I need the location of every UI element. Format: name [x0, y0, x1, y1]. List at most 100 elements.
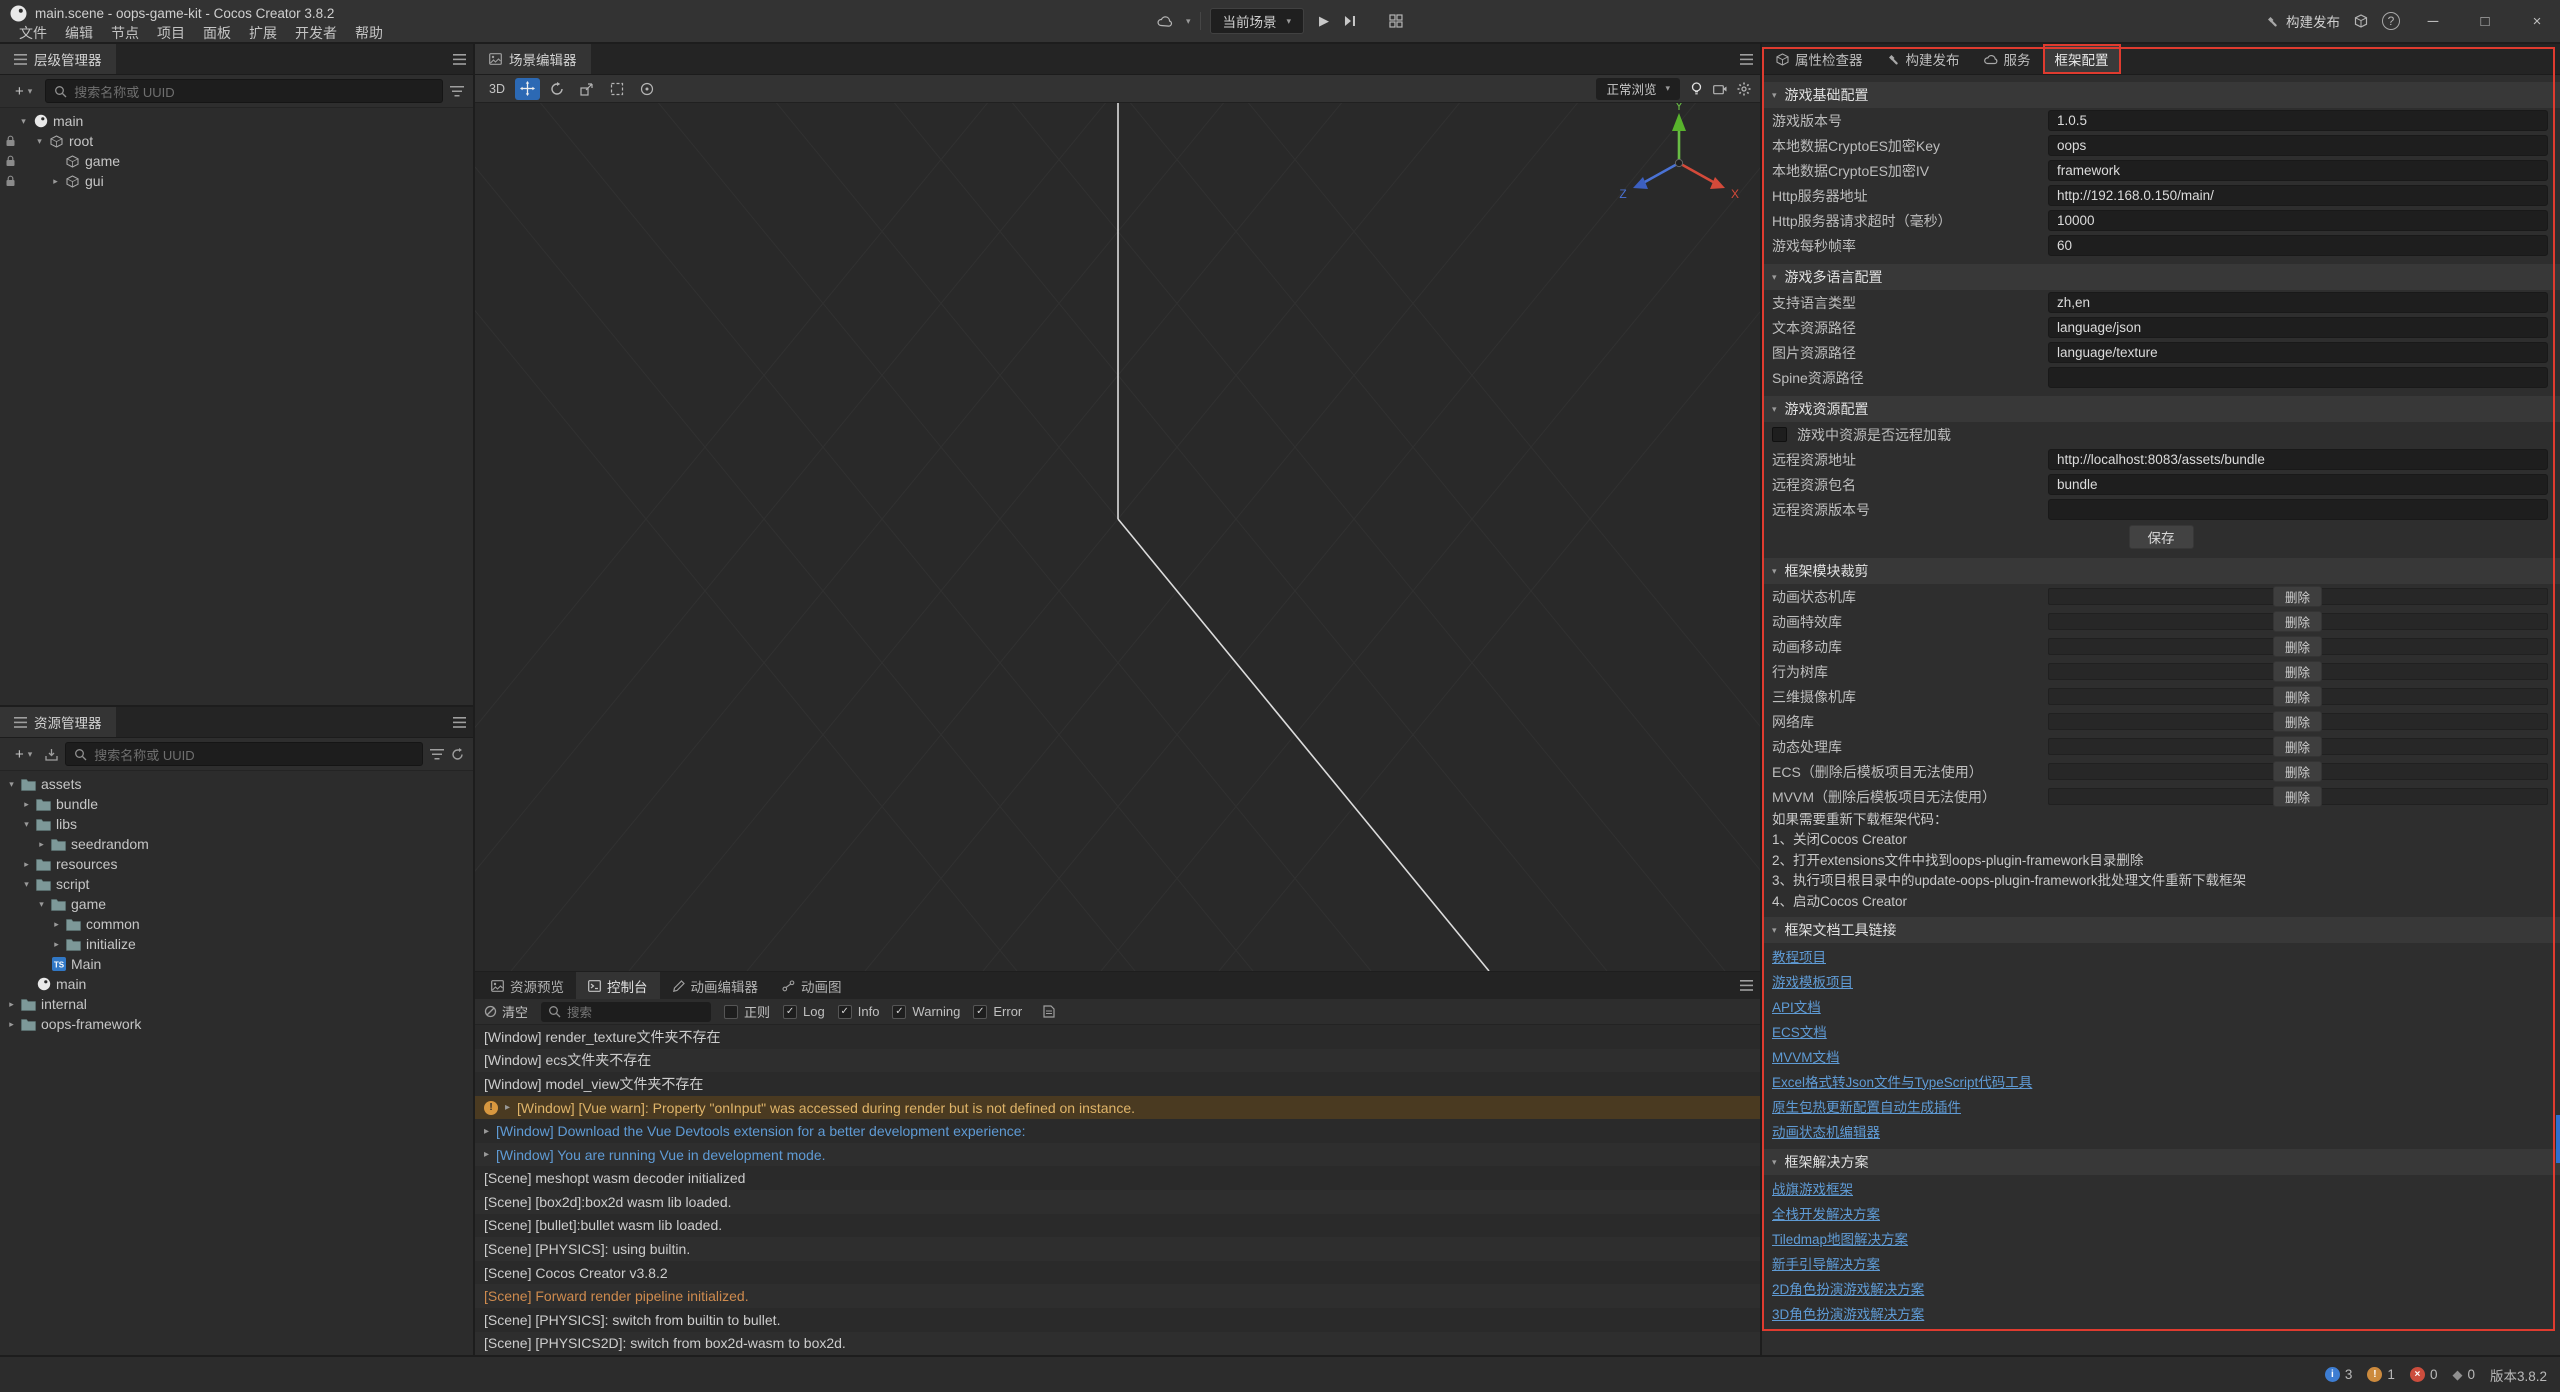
info-checkbox[interactable]: ✓	[838, 1005, 852, 1019]
bottom-tab[interactable]: 控制台	[576, 972, 660, 999]
assets-more-icon[interactable]	[445, 707, 473, 737]
layout-grid-button[interactable]	[1389, 14, 1403, 28]
assets-filter-icon[interactable]	[430, 749, 444, 760]
inspector-tab[interactable]: 服务	[1972, 44, 2043, 74]
doc-link[interactable]: 全栈开发解决方案	[1772, 1203, 1880, 1223]
expand-arrow-icon[interactable]: ▸	[19, 859, 34, 870]
tree-row[interactable]: ▸initialize	[0, 934, 473, 954]
minimize-button[interactable]: ─	[2414, 0, 2452, 42]
regex-checkbox[interactable]	[724, 1005, 738, 1019]
delete-button[interactable]: 删除	[2273, 636, 2322, 657]
menu-item[interactable]: 项目	[148, 23, 194, 43]
inspector-tab[interactable]: 属性检查器	[1764, 44, 1875, 74]
hierarchy-filter-icon[interactable]	[450, 86, 464, 97]
help-icon[interactable]: ?	[2382, 12, 2400, 30]
console-clear-button[interactable]: 清空	[484, 1002, 528, 1021]
doc-link[interactable]: 3D角色扮演游戏解决方案	[1772, 1303, 1924, 1323]
console-log-row[interactable]: [Scene] [bullet]:bullet wasm lib loaded.	[475, 1214, 1760, 1238]
property-input[interactable]	[2048, 499, 2548, 520]
tab-hierarchy[interactable]: 层级管理器	[0, 44, 116, 74]
delete-button[interactable]: 删除	[2273, 586, 2322, 607]
bottom-tab[interactable]: 动画图	[770, 972, 854, 999]
doc-link[interactable]: API文档	[1772, 996, 1821, 1016]
move-tool-button[interactable]	[515, 78, 540, 100]
status-badge[interactable]: ◆0	[2452, 1367, 2475, 1383]
close-button[interactable]: ×	[2518, 0, 2556, 42]
doc-link[interactable]: MVVM文档	[1772, 1046, 1840, 1066]
expand-arrow-icon[interactable]: ▸	[48, 176, 63, 187]
console-log-row[interactable]: [Scene] [PHYSICS]: using builtin.	[475, 1237, 1760, 1261]
refresh-icon[interactable]	[451, 748, 464, 761]
tree-row[interactable]: main	[0, 974, 473, 994]
section-header[interactable]: ▾框架解决方案	[1762, 1149, 2560, 1175]
tree-row[interactable]: ▾root	[0, 131, 473, 151]
info-filter[interactable]: ✓Info	[838, 1004, 880, 1019]
doc-link[interactable]: 原生包热更新配置自动生成插件	[1772, 1096, 1961, 1116]
menu-item[interactable]: 开发者	[286, 23, 346, 43]
bottom-tab[interactable]: 资源预览	[479, 972, 576, 999]
camera-view-icon[interactable]	[1713, 83, 1727, 95]
log-expand-icon[interactable]: ▸	[505, 1102, 510, 1113]
tree-row[interactable]: ▾main	[0, 111, 473, 131]
expand-arrow-icon[interactable]: ▾	[32, 136, 47, 147]
log-checkbox[interactable]: ✓	[783, 1005, 797, 1019]
log-filter[interactable]: ✓Log	[783, 1004, 825, 1019]
doc-link[interactable]: ECS文档	[1772, 1021, 1827, 1041]
assets-search-input[interactable]: 搜索名称或 UUID	[65, 742, 423, 766]
expand-arrow-icon[interactable]: ▾	[16, 116, 31, 127]
tree-row[interactable]: TSMain	[0, 954, 473, 974]
tree-row[interactable]: ▸seedrandom	[0, 834, 473, 854]
status-badge[interactable]: i3	[2325, 1367, 2353, 1382]
build-publish-button[interactable]: 构建发布	[2266, 11, 2340, 31]
mode-3d-button[interactable]: 3D	[484, 78, 510, 100]
save-button[interactable]: 保存	[2129, 525, 2194, 549]
property-input[interactable]: framework	[2048, 160, 2548, 181]
expand-arrow-icon[interactable]: ▾	[34, 899, 49, 910]
preview-target-icon[interactable]	[1157, 15, 1173, 27]
maximize-button[interactable]: □	[2466, 0, 2504, 42]
console-log-row[interactable]: [Window] render_texture文件夹不存在	[475, 1025, 1760, 1049]
delete-button[interactable]: 删除	[2273, 686, 2322, 707]
doc-link[interactable]: 战旗游戏框架	[1772, 1178, 1853, 1198]
tree-row[interactable]: ▸resources	[0, 854, 473, 874]
menu-item[interactable]: 节点	[102, 23, 148, 43]
property-input[interactable]: zh,en	[2048, 292, 2548, 313]
menu-item[interactable]: 帮助	[346, 23, 392, 43]
menu-item[interactable]: 面板	[194, 23, 240, 43]
section-header[interactable]: ▾框架模块裁剪	[1762, 558, 2560, 584]
scale-tool-button[interactable]	[575, 78, 600, 100]
inspector-scrollbar-thumb[interactable]	[2556, 1115, 2560, 1163]
import-asset-icon[interactable]	[45, 748, 58, 761]
hierarchy-search-input[interactable]: 搜索名称或 UUID	[45, 79, 443, 103]
console-log-row[interactable]: [Scene] meshopt wasm decoder initialized	[475, 1166, 1760, 1190]
property-input[interactable]	[2048, 367, 2548, 388]
axis-gizmo[interactable]: Y X Z	[1604, 103, 1754, 239]
console-search-input[interactable]: 搜索	[541, 1002, 711, 1022]
tab-scene-editor[interactable]: 场景编辑器	[475, 44, 591, 74]
tree-row[interactable]: ▸gui	[0, 171, 473, 191]
delete-button[interactable]: 删除	[2273, 736, 2322, 757]
tree-row[interactable]: game	[0, 151, 473, 171]
expand-arrow-icon[interactable]: ▸	[4, 999, 19, 1010]
console-log-row[interactable]: ▸[Window] Download the Vue Devtools exte…	[475, 1119, 1760, 1143]
tree-row[interactable]: ▸bundle	[0, 794, 473, 814]
scene-more-icon[interactable]	[1732, 44, 1760, 74]
preview-target-caret-icon[interactable]: ▾	[1186, 16, 1191, 27]
create-asset-button[interactable]: + ▾	[9, 743, 38, 766]
log-expand-icon[interactable]: ▸	[484, 1149, 489, 1160]
status-badge[interactable]: ×0	[2410, 1367, 2438, 1382]
property-input[interactable]: oops	[2048, 135, 2548, 156]
console-log-row[interactable]: [Scene] [PHYSICS2D]: switch from box2d-w…	[475, 1332, 1760, 1356]
bottom-more-icon[interactable]	[1732, 972, 1760, 999]
rect-tool-button[interactable]	[605, 78, 630, 100]
pivot-tool-button[interactable]	[635, 78, 660, 100]
lighting-toggle-icon[interactable]	[1690, 82, 1703, 96]
property-input[interactable]: 10000	[2048, 210, 2548, 231]
inspector-tab[interactable]: 构建发布	[1875, 44, 1972, 74]
doc-link[interactable]: Tiledmap地图解决方案	[1772, 1228, 1908, 1248]
console-log-row[interactable]: [Scene] [box2d]:box2d wasm lib loaded.	[475, 1190, 1760, 1214]
section-header[interactable]: ▾框架文档工具链接	[1762, 917, 2560, 943]
doc-link[interactable]: 新手引导解决方案	[1772, 1253, 1880, 1273]
expand-arrow-icon[interactable]: ▸	[49, 939, 64, 950]
expand-arrow-icon[interactable]: ▸	[4, 1019, 19, 1030]
